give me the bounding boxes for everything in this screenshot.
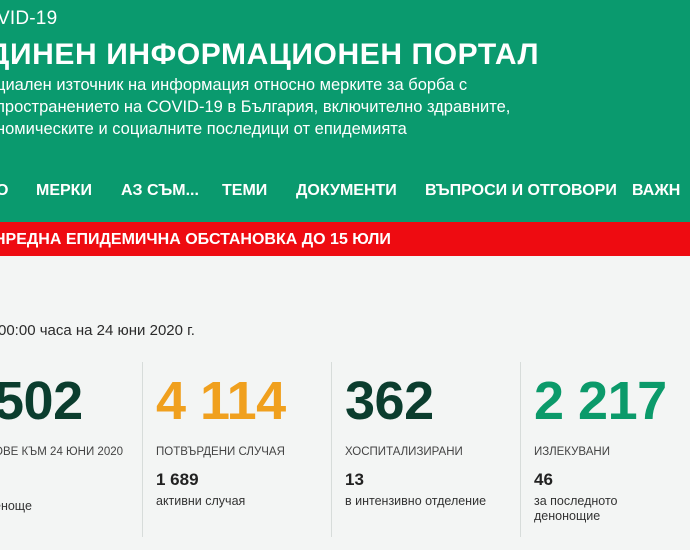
stat-hospitalized-label: ХОСПИТАЛИЗИРАНИ	[345, 446, 463, 458]
description-line: номическите и социалните последици от еп…	[0, 120, 407, 138]
stat-confirmed-value: 4 114	[156, 371, 286, 431]
nav-item-topics[interactable]: ТЕМИ	[222, 182, 267, 200]
stat-divider	[331, 362, 332, 537]
stat-hospitalized-sub-label: в интензивно отделение	[345, 494, 487, 508]
emergency-banner[interactable]: НРЕДНА ЕПИДЕМИЧНА ОБСТАНОВКА ДО 15 ЮЛИ	[0, 222, 690, 256]
main-nav: О МЕРКИ АЗ СЪМ... ТЕМИ ДОКУМЕНТИ ВЪПРОСИ…	[0, 182, 690, 208]
stat-recovered-sub-value: 46	[534, 470, 553, 489]
stat-hospitalized-sub-value: 13	[345, 470, 364, 489]
nav-item-faq[interactable]: ВЪПРОСИ И ОТГОВОРИ	[425, 182, 617, 200]
stat-recovered-sub-label: за последното денонощие	[534, 494, 667, 524]
brand-subtitle: VID-19	[0, 8, 58, 29]
nav-item-i-am[interactable]: АЗ СЪМ...	[121, 182, 199, 200]
stat-hospitalized-value: 362	[345, 371, 434, 431]
stat-recovered-value: 2 217	[534, 371, 667, 431]
stat-recovered: 2 217 ИЗЛЕКУВАНИ 46 за последното деноно…	[534, 370, 667, 524]
description-line: пространението на COVID-19 в България, в…	[0, 98, 511, 116]
nav-item-home[interactable]: О	[0, 182, 8, 200]
stat-recovered-label: ИЗЛЕКУВАНИ	[534, 446, 610, 458]
stat-confirmed: 4 114 ПОТВЪРДЕНИ СЛУЧАЯ 1 689 активни сл…	[156, 370, 286, 509]
stat-confirmed-label: ПОТВЪРДЕНИ СЛУЧАЯ	[156, 446, 285, 458]
stat-hospitalized: 362 ХОСПИТАЛИЗИРАНИ 13 в интензивно отде…	[345, 370, 486, 509]
stat-tests-value: 502	[0, 371, 83, 431]
nav-item-important[interactable]: ВАЖН	[632, 182, 680, 200]
portal-title[interactable]: ДИНЕН ИНФОРМАЦИОНЕН ПОРТАЛ	[0, 38, 539, 72]
stat-confirmed-sub-label: активни случая	[156, 494, 246, 508]
stat-recovered-sub-label-line: денонощие	[534, 509, 601, 523]
stat-tests: 502 ОВЕ КЪМ 24 ЮНИ 2020 еноще	[0, 370, 123, 514]
stat-tests-label: ОВЕ КЪМ 24 ЮНИ 2020	[0, 446, 124, 458]
stats-updated-text: 00:00 часа на 24 юни 2020 г.	[0, 322, 195, 339]
description-line: циален източник на информация относно ме…	[0, 76, 468, 94]
stat-divider	[142, 362, 143, 537]
stat-confirmed-sub-value: 1 689	[156, 470, 199, 489]
nav-item-documents[interactable]: ДОКУМЕНТИ	[296, 182, 397, 200]
site-header: VID-19 ДИНЕН ИНФОРМАЦИОНЕН ПОРТАЛ циален…	[0, 0, 690, 222]
portal-description: циален източник на информация относно ме…	[0, 74, 636, 140]
nav-item-measures[interactable]: МЕРКИ	[36, 182, 92, 200]
emergency-banner-text: НРЕДНА ЕПИДЕМИЧНА ОБСТАНОВКА ДО 15 ЮЛИ	[0, 231, 391, 248]
stat-recovered-sub-label-line: за последното	[534, 494, 618, 508]
stat-divider	[520, 362, 521, 537]
stat-tests-sub-label: еноще	[0, 499, 32, 513]
